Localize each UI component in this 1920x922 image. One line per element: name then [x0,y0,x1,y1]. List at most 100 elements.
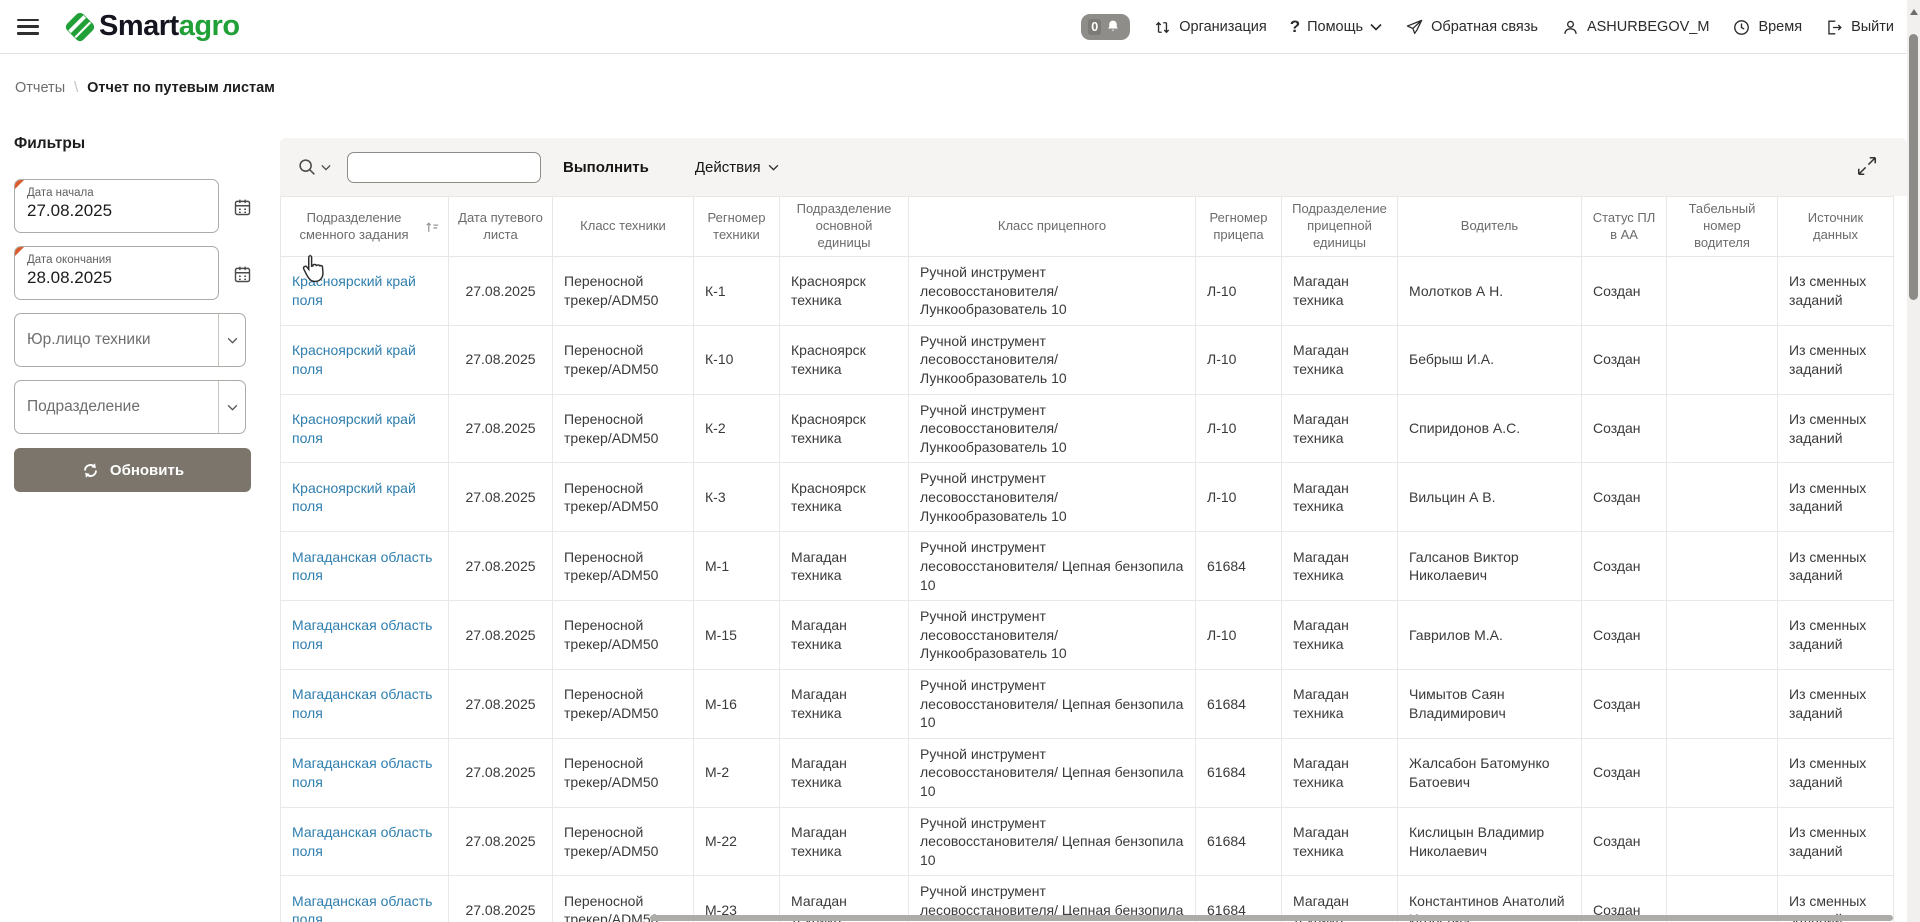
cell-waybill-status: Создан [1582,257,1667,326]
column-header-data-source[interactable]: Источник данных [1778,197,1894,257]
breadcrumb-reports[interactable]: Отчеты [15,80,65,96]
cell-trailer-class: Ручной инструмент лесовосстановителя/ Лу… [909,394,1196,463]
cell-trailer-unit-division: Магадан техника [1282,669,1398,738]
cell-main-unit-division: Красноярск техника [780,463,909,532]
cell-waybill-date: 27.08.2025 [449,257,553,326]
logout-label: Выйти [1851,19,1894,35]
cell-data-source: Из сменных заданий [1778,807,1894,876]
division-link[interactable]: Красноярский край поля [292,342,416,377]
column-header-waybill-status[interactable]: Статус ПЛ в АА [1582,197,1667,257]
vertical-scrollbar-thumb[interactable] [1909,34,1918,300]
calendar-icon [232,264,253,285]
actions-button[interactable]: Действия [695,159,779,176]
cell-trailer-regnum: 61684 [1196,807,1282,876]
column-header-equipment-regnum[interactable]: Регномер техники [694,197,780,257]
cell-equipment-class: Переносной трекер/ADM50 [553,394,694,463]
search-icon [296,156,318,178]
actions-label: Действия [695,159,761,176]
division-chevron[interactable] [218,381,245,433]
cell-division-shift-task: Магаданская область поля [281,601,449,670]
cell-equipment-class: Переносной трекер/ADM50 [553,669,694,738]
breadcrumb-separator: \ [74,80,78,96]
column-header-trailer-unit-division[interactable]: Подразделение прицепной единицы [1282,197,1398,257]
menu-icon[interactable] [17,19,39,35]
cell-waybill-date: 27.08.2025 [449,463,553,532]
table-row: Красноярский край поля27.08.2025Переносн… [281,325,1894,394]
user-button[interactable]: ASHURBEGOV_M [1561,18,1709,37]
cell-driver: Галсанов Виктор Николаевич [1398,532,1582,601]
cell-trailer-class: Ручной инструмент лесовосстановителя/ Це… [909,738,1196,807]
date-start-calendar-button[interactable] [230,195,254,219]
table-row: Красноярский край поля 27.08.2025Переносн… [281,463,1894,532]
cell-driver-personnel-number [1667,257,1778,326]
refresh-button[interactable]: Обновить [14,448,251,492]
division-select[interactable]: Подразделение [14,380,246,434]
time-button[interactable]: Время [1732,18,1802,37]
cell-equipment-regnum: М-1 [694,532,780,601]
cell-data-source: Из сменных заданий [1778,325,1894,394]
date-end-label: Дата окончания [27,254,208,266]
vertical-scrollbar[interactable] [1907,0,1920,922]
cell-data-source: Из сменных заданий [1778,738,1894,807]
cell-main-unit-division: Красноярск техника [780,325,909,394]
column-header-driver[interactable]: Водитель [1398,197,1582,257]
breadcrumb: Отчеты \ Отчет по путевым листам [15,80,275,96]
date-end-field[interactable]: Дата окончания 28.08.2025 [14,246,219,300]
column-header-trailer-regnum[interactable]: Регномер прицепа [1196,197,1282,257]
division-link[interactable]: Магаданская область поля [292,824,432,859]
help-label: Помощь [1307,19,1363,35]
execute-button[interactable]: Выполнить [563,159,649,176]
cell-division-shift-task: Магаданская область поля [281,876,449,922]
scroll-up-arrow-icon[interactable] [1910,9,1918,15]
division-link[interactable]: Магаданская область поля [292,617,432,652]
cell-waybill-status: Создан [1582,394,1667,463]
cell-driver: Жалсабон Батомунко Батоевич [1398,738,1582,807]
column-header-division-shift-task[interactable]: Подразделение сменного задания [281,197,449,257]
organization-button[interactable]: Организация [1153,18,1266,37]
division-link[interactable]: Магаданская область поля [292,893,432,922]
search-input[interactable] [347,152,541,183]
division-link[interactable]: Красноярский край поля [292,411,416,446]
date-start-field[interactable]: Дата начала 27.08.2025 [14,179,219,233]
cell-equipment-class: Переносной трекер/ADM50 [553,463,694,532]
cell-trailer-regnum: 61684 [1196,669,1282,738]
column-header-main-unit-division[interactable]: Подразделение основной единицы [780,197,909,257]
cell-data-source: Из сменных заданий [1778,394,1894,463]
division-link[interactable]: Магаданская область поля [292,549,432,584]
division-link[interactable]: Красноярский край поля [292,480,416,515]
column-header-waybill-date[interactable]: Дата путевого листа [449,197,553,257]
feedback-button[interactable]: Обратная связь [1405,18,1538,37]
search-options-button[interactable] [296,156,331,178]
date-start-value: 27.08.2025 [27,201,208,221]
cell-data-source: Из сменных заданий [1778,463,1894,532]
notifications-button[interactable]: 0 [1081,14,1130,40]
cell-equipment-class: Переносной трекер/ADM50 [553,807,694,876]
logout-button[interactable]: Выйти [1825,18,1894,37]
division-link[interactable]: Красноярский край поля [292,273,416,308]
date-end-calendar-button[interactable] [230,262,254,286]
cell-division-shift-task: Магаданская область поля [281,532,449,601]
legal-entity-select[interactable]: Юр.лицо техники [14,313,246,367]
chevron-down-icon [768,164,779,171]
column-header-trailer-class[interactable]: Класс прицепного [909,197,1196,257]
app-title: Smartagro [99,12,240,41]
cell-data-source: Из сменных заданий [1778,257,1894,326]
division-link[interactable]: Магаданская область поля [292,755,432,790]
division-link[interactable]: Магаданская область поля [292,686,432,721]
column-header-equipment-class[interactable]: Класс техники [553,197,694,257]
logout-icon [1825,18,1844,37]
cell-driver-personnel-number [1667,669,1778,738]
legal-entity-chevron[interactable] [218,314,245,366]
table-body: Красноярский край поля27.08.2025Переносн… [281,257,1894,922]
cell-waybill-date: 27.08.2025 [449,532,553,601]
maximize-button[interactable] [1855,155,1879,179]
cell-data-source: Из сменных заданий [1778,601,1894,670]
question-icon: ? [1290,17,1300,37]
app-logo[interactable]: Smartagro [61,8,240,46]
help-button[interactable]: ? Помощь [1290,17,1382,37]
cell-trailer-class: Ручной инструмент лесовосстановителя/ Це… [909,669,1196,738]
horizontal-scrollbar-thumb[interactable] [650,915,1893,921]
cell-driver: Бебрыш И.А. [1398,325,1582,394]
column-header-driver-personnel-number[interactable]: Табельный номер водителя [1667,197,1778,257]
notification-badge: 0 [1088,19,1101,35]
